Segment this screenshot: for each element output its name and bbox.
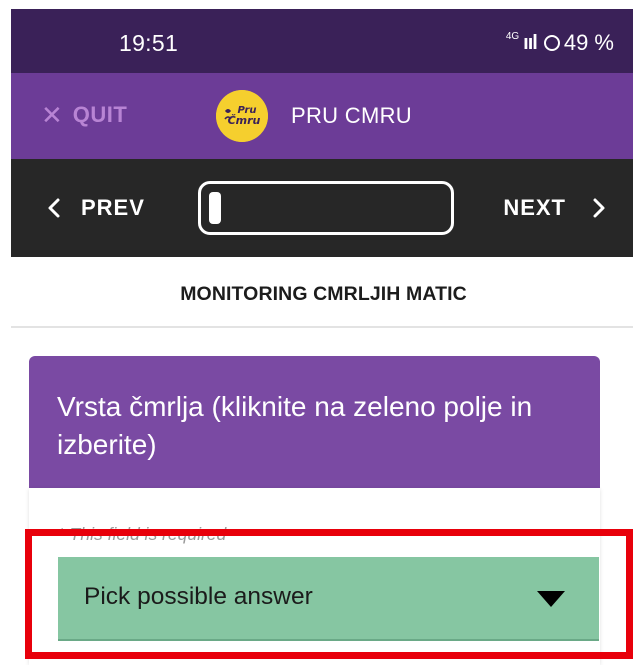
survey-title: MONITORING CMRLJIH MATIC <box>180 283 467 305</box>
next-button[interactable]: NEXT <box>503 195 610 221</box>
network-type: 4G <box>505 30 520 42</box>
prev-label: PREV <box>81 195 145 220</box>
battery-icon <box>543 35 560 51</box>
close-icon: ✕ <box>41 100 63 130</box>
select-underline <box>58 639 599 641</box>
app-logo: Pru Čmru <box>216 90 268 142</box>
status-time: 19:51 <box>119 30 179 56</box>
status-bar: 19:51 4G ııl 49 % <box>11 9 633 73</box>
battery-level: 49 % <box>563 30 614 55</box>
bee-logo-icon: Pru Čmru <box>216 90 268 142</box>
dropdown-arrow-icon <box>537 591 565 607</box>
logo-text-bottom: Čmru <box>228 113 261 127</box>
question-text: Vrsta čmrlja (kliknite na zeleno polje i… <box>57 391 533 460</box>
quit-button[interactable]: ✕ QUIT <box>41 97 127 133</box>
status-indicators: 4G ııl 49 % <box>506 30 614 56</box>
progress-bar <box>198 181 454 235</box>
answer-select[interactable]: Pick possible answer <box>58 557 599 641</box>
app-title: PRU CMRU <box>291 103 412 128</box>
next-label: NEXT <box>503 195 566 220</box>
prev-button[interactable]: PREV <box>43 195 145 221</box>
question-card-header: Vrsta čmrlja (kliknite na zeleno polje i… <box>29 356 600 488</box>
quit-label: QUIT <box>72 102 128 127</box>
app-header: ✕ QUIT Pru Čmru PRU CMRU <box>11 73 633 159</box>
select-value: Pick possible answer <box>84 583 313 610</box>
required-hint: * This field is required <box>58 524 227 544</box>
signal-icon: ııl <box>523 31 538 54</box>
chevron-right-icon <box>593 198 605 218</box>
survey-navigation: PREV NEXT <box>11 159 633 257</box>
progress-fill <box>209 192 221 224</box>
chevron-left-icon <box>48 198 60 218</box>
divider <box>11 326 633 328</box>
